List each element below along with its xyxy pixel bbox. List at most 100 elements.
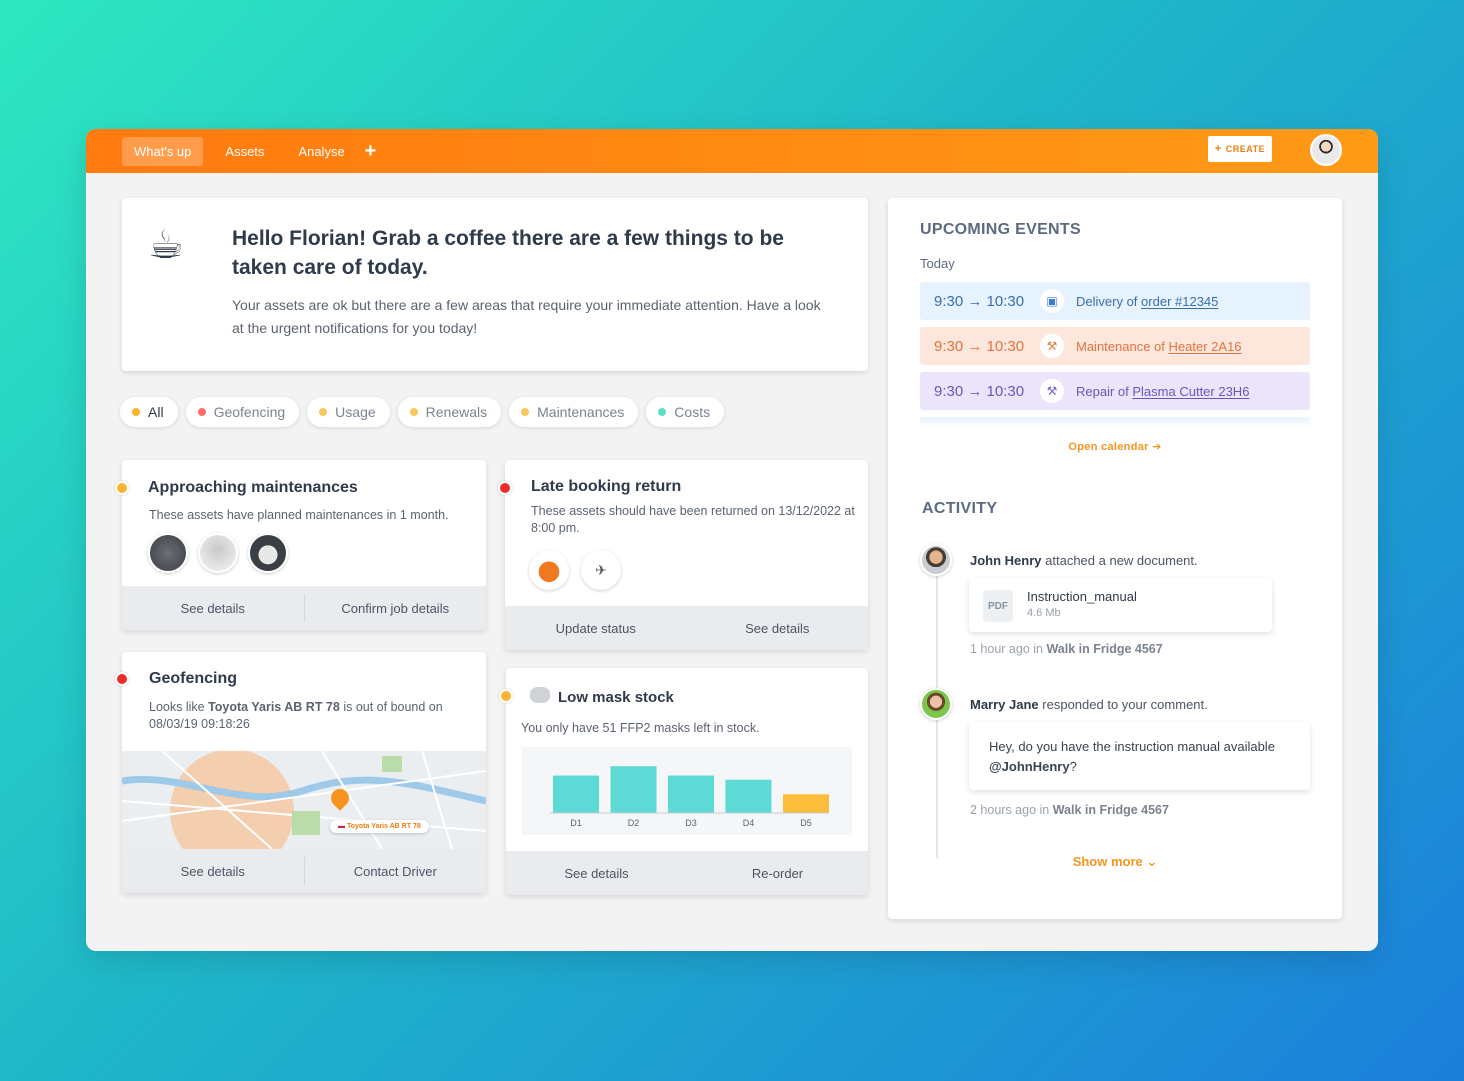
event-time: 9:30 → 10:30: [934, 382, 1025, 400]
event-time: 9:30 → 10:30: [934, 337, 1025, 355]
asset-thumbnail-ac-unit[interactable]: [148, 533, 188, 573]
activity-meta: 2 hours ago in Walk in Fridge 4567: [970, 803, 1169, 817]
stock-chart: D1 D2 D3 D4 D5: [522, 747, 852, 835]
map-view[interactable]: ▬ Toyota Yaris AB RT 78: [122, 751, 486, 849]
card-actions: Update status See details: [505, 606, 868, 650]
event-text: Delivery of order #12345: [1076, 294, 1218, 309]
wrench-icon: ⚒: [1040, 379, 1064, 403]
see-details-button[interactable]: See details: [122, 857, 305, 885]
activity-user[interactable]: John Henry: [970, 553, 1042, 568]
activity-user[interactable]: Marry Jane: [970, 697, 1039, 712]
asset-thumbnail-van[interactable]: [248, 533, 288, 573]
activity-action: attached a new document.: [1045, 553, 1198, 568]
card-title: Approaching maintenances: [148, 479, 358, 496]
show-more-button[interactable]: Show more ⌄: [888, 854, 1342, 870]
chevron-down-icon: ⌄: [1146, 854, 1158, 869]
attachment-size: 4.6 Mb: [1027, 607, 1061, 619]
user-avatar[interactable]: [1310, 134, 1342, 166]
nav-tab-analyse[interactable]: Analyse: [286, 137, 356, 166]
event-prefix: Maintenance of: [1076, 338, 1165, 354]
desc-prefix: Looks like: [149, 700, 205, 714]
welcome-text: Your assets are ok but there are a few a…: [232, 297, 821, 336]
filter-chip-geofencing[interactable]: Geofencing: [185, 397, 300, 427]
confirm-job-details-button[interactable]: Confirm job details: [305, 586, 487, 630]
card-description: These assets should have been returned o…: [531, 504, 855, 535]
chart-tick-label: D2: [628, 818, 640, 828]
nav-tab-whats-up[interactable]: What's up: [122, 136, 204, 166]
activity-place[interactable]: Walk in Fridge 4567: [1046, 642, 1162, 656]
john-henry-avatar[interactable]: [920, 544, 952, 576]
event-row[interactable]: 9:30 → 10:30 ▣ Delivery of order #12345: [920, 282, 1310, 320]
chip-label: Usage: [335, 404, 376, 420]
create-button[interactable]: + CREATE: [1208, 136, 1272, 162]
chip-label: Renewals: [425, 404, 488, 420]
event-row[interactable]: 9:30 → 10:30 ⚒ Repair of Plasma Cutter 2…: [920, 372, 1310, 410]
create-button-label: CREATE: [1225, 144, 1266, 154]
chip-label: Maintenances: [537, 404, 625, 420]
stock-chart-svg: D1 D2 D3 D4 D5: [550, 766, 829, 828]
plus-icon: +: [1214, 143, 1222, 155]
status-dot: [498, 481, 512, 495]
chart-tick-label: D5: [800, 818, 812, 828]
asset-thumbnail-drone[interactable]: ✈: [581, 550, 621, 590]
chip-label: Geofencing: [213, 404, 286, 420]
event-link[interactable]: order #12345: [1141, 294, 1218, 309]
card-title: Late booking return: [531, 478, 682, 495]
status-dot: [409, 408, 418, 416]
event-link[interactable]: Plasma Cutter 23H6: [1132, 384, 1249, 399]
reorder-button[interactable]: Re-order: [687, 851, 868, 895]
filter-chip-costs[interactable]: Costs: [646, 397, 725, 427]
card-actions: See details Confirm job details: [122, 586, 486, 630]
activity-time: 1 hour ago in: [970, 642, 1043, 656]
coffee-icon: ☕: [148, 223, 184, 267]
activity-time: 2 hours ago in: [970, 803, 1050, 817]
card-description: Looks like Toyota Yaris AB RT 78 is out …: [149, 699, 469, 733]
filter-chip-maintenances[interactable]: Maintenances: [509, 397, 639, 427]
app-window: What's up Assets Analyse + + CREATE ☕ He…: [86, 129, 1378, 951]
top-navigation-bar: What's up Assets Analyse + + CREATE: [86, 129, 1378, 173]
activity-place[interactable]: Walk in Fridge 4567: [1053, 803, 1169, 817]
asset-thumbnail-cement-mixer[interactable]: [529, 550, 569, 590]
pdf-file-icon: PDF: [983, 590, 1013, 622]
card-actions: See details Re-order: [506, 851, 868, 895]
status-dot: [115, 672, 129, 686]
add-tab-plus-icon[interactable]: +: [365, 141, 377, 161]
marry-jane-avatar[interactable]: [920, 688, 952, 720]
card-title: Low mask stock: [558, 689, 674, 706]
asset-thumbnail-coffee-machine[interactable]: [198, 533, 238, 573]
geofencing-card: Geofencing Looks like Toyota Yaris AB RT…: [115, 652, 486, 893]
see-details-button[interactable]: See details: [687, 606, 869, 650]
filter-chip-renewals[interactable]: Renewals: [397, 397, 502, 427]
update-status-button[interactable]: Update status: [505, 606, 687, 650]
status-dot: [499, 689, 513, 703]
comment-qmark: ?: [1069, 759, 1077, 774]
comment-card[interactable]: Hey, do you have the instruction manual …: [969, 722, 1310, 790]
comment-mention[interactable]: @JohnHenry: [989, 759, 1070, 774]
chip-label: Costs: [674, 404, 711, 420]
contact-driver-button[interactable]: Contact Driver: [305, 849, 487, 893]
attachment-card[interactable]: PDF Instruction_manual 4.6 Mb: [969, 578, 1272, 632]
filter-chip-usage[interactable]: Usage: [307, 397, 390, 427]
event-link[interactable]: Heater 2A16: [1169, 339, 1242, 354]
event-prefix: Repair of: [1076, 383, 1129, 399]
welcome-title: Hello Florian! Grab a coffee there are a…: [232, 227, 784, 279]
status-dot: [521, 408, 530, 416]
comment-text: Hey, do you have the instruction manual …: [989, 739, 1275, 754]
car-name: Toyota Yaris AB RT 78: [208, 700, 340, 714]
see-details-button[interactable]: See details: [506, 851, 687, 895]
chart-tick-label: D3: [685, 818, 697, 828]
activity-meta: 1 hour ago in Walk in Fridge 4567: [970, 642, 1163, 656]
filter-chip-all[interactable]: All: [120, 397, 178, 427]
event-row[interactable]: 9:30 → 10:30 ⚒ Maintenance of Heater 2A1…: [920, 327, 1310, 365]
chart-tick-label: D4: [743, 818, 755, 828]
event-text: Maintenance of Heater 2A16: [1076, 339, 1242, 354]
card-actions: See details Contact Driver: [122, 849, 486, 893]
nav-tab-assets[interactable]: Assets: [213, 137, 276, 166]
status-dot: [115, 481, 129, 495]
wrench-icon: ⚒: [1040, 334, 1064, 358]
chart-bar-d2: [610, 766, 657, 813]
see-details-button[interactable]: See details: [122, 594, 305, 622]
open-calendar-link[interactable]: Open calendar ➔: [888, 440, 1342, 453]
attachment-name: Instruction_manual: [1027, 589, 1137, 604]
mask-icon: [530, 687, 550, 703]
